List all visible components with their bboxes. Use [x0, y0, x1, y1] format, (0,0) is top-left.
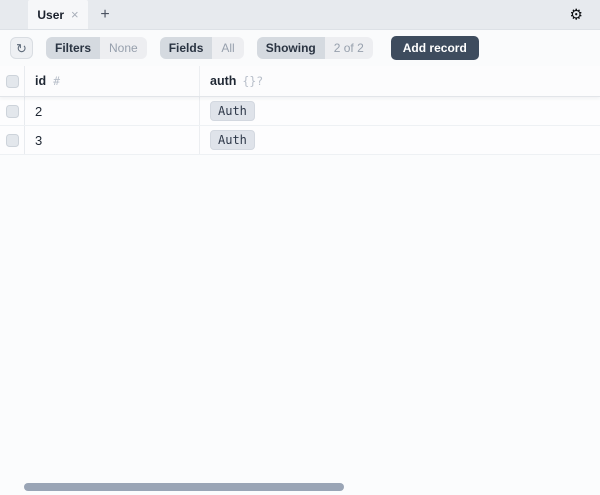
auth-json-badge[interactable]: Auth — [210, 130, 255, 150]
cell-id-value: 3 — [35, 133, 42, 148]
close-icon[interactable]: × — [71, 8, 79, 21]
row-checkbox[interactable] — [6, 105, 19, 118]
row-checkbox-cell — [0, 126, 25, 154]
fields-control[interactable]: Fields All — [160, 37, 244, 59]
row-checkbox-cell — [0, 97, 25, 125]
plus-icon: + — [100, 6, 109, 24]
showing-label: Showing — [257, 37, 325, 59]
table-header-row: id # auth {}? — [0, 66, 600, 97]
int-type-icon: # — [53, 74, 60, 88]
tab-bar: User × + ⚙ — [0, 0, 600, 30]
cell-id[interactable]: 2 — [25, 97, 200, 125]
header-checkbox-cell — [0, 66, 25, 96]
auth-json-badge[interactable]: Auth — [210, 101, 255, 121]
column-header-auth[interactable]: auth {}? — [200, 66, 600, 96]
select-all-checkbox[interactable] — [6, 75, 19, 88]
filters-value: None — [100, 37, 147, 59]
add-record-button[interactable]: Add record — [391, 36, 479, 60]
records-table: id # auth {}? 2 Auth 3 — [0, 66, 600, 155]
prisma-studio-window: User × + ⚙ ↻ Filters None Fields All Sho… — [0, 0, 600, 495]
toolbar: ↻ Filters None Fields All Showing 2 of 2… — [0, 30, 600, 66]
showing-count: 2 of 2 — [325, 37, 373, 59]
add-tab-button[interactable]: + — [88, 0, 122, 29]
refresh-button[interactable]: ↻ — [10, 37, 33, 59]
column-header-id[interactable]: id # — [25, 66, 200, 96]
fields-value: All — [212, 37, 243, 59]
cell-auth[interactable]: Auth — [200, 97, 600, 125]
column-name-auth: auth — [210, 74, 236, 88]
filters-control[interactable]: Filters None — [46, 37, 147, 59]
cell-id[interactable]: 3 — [25, 126, 200, 154]
gear-icon[interactable]: ⚙ — [570, 7, 583, 22]
row-checkbox[interactable] — [6, 134, 19, 147]
fields-label: Fields — [160, 37, 213, 59]
showing-control[interactable]: Showing 2 of 2 — [257, 37, 373, 59]
cell-auth[interactable]: Auth — [200, 126, 600, 154]
cell-id-value: 2 — [35, 104, 42, 119]
filters-label: Filters — [46, 37, 100, 59]
horizontal-scrollbar-thumb[interactable] — [24, 483, 344, 491]
table-row[interactable]: 2 Auth — [0, 97, 600, 126]
json-optional-type-icon: {}? — [242, 74, 263, 88]
refresh-icon: ↻ — [16, 42, 27, 55]
column-name-id: id — [35, 74, 46, 88]
tab-user[interactable]: User × — [28, 0, 88, 29]
table-row[interactable]: 3 Auth — [0, 126, 600, 155]
tab-user-label: User — [37, 8, 64, 22]
